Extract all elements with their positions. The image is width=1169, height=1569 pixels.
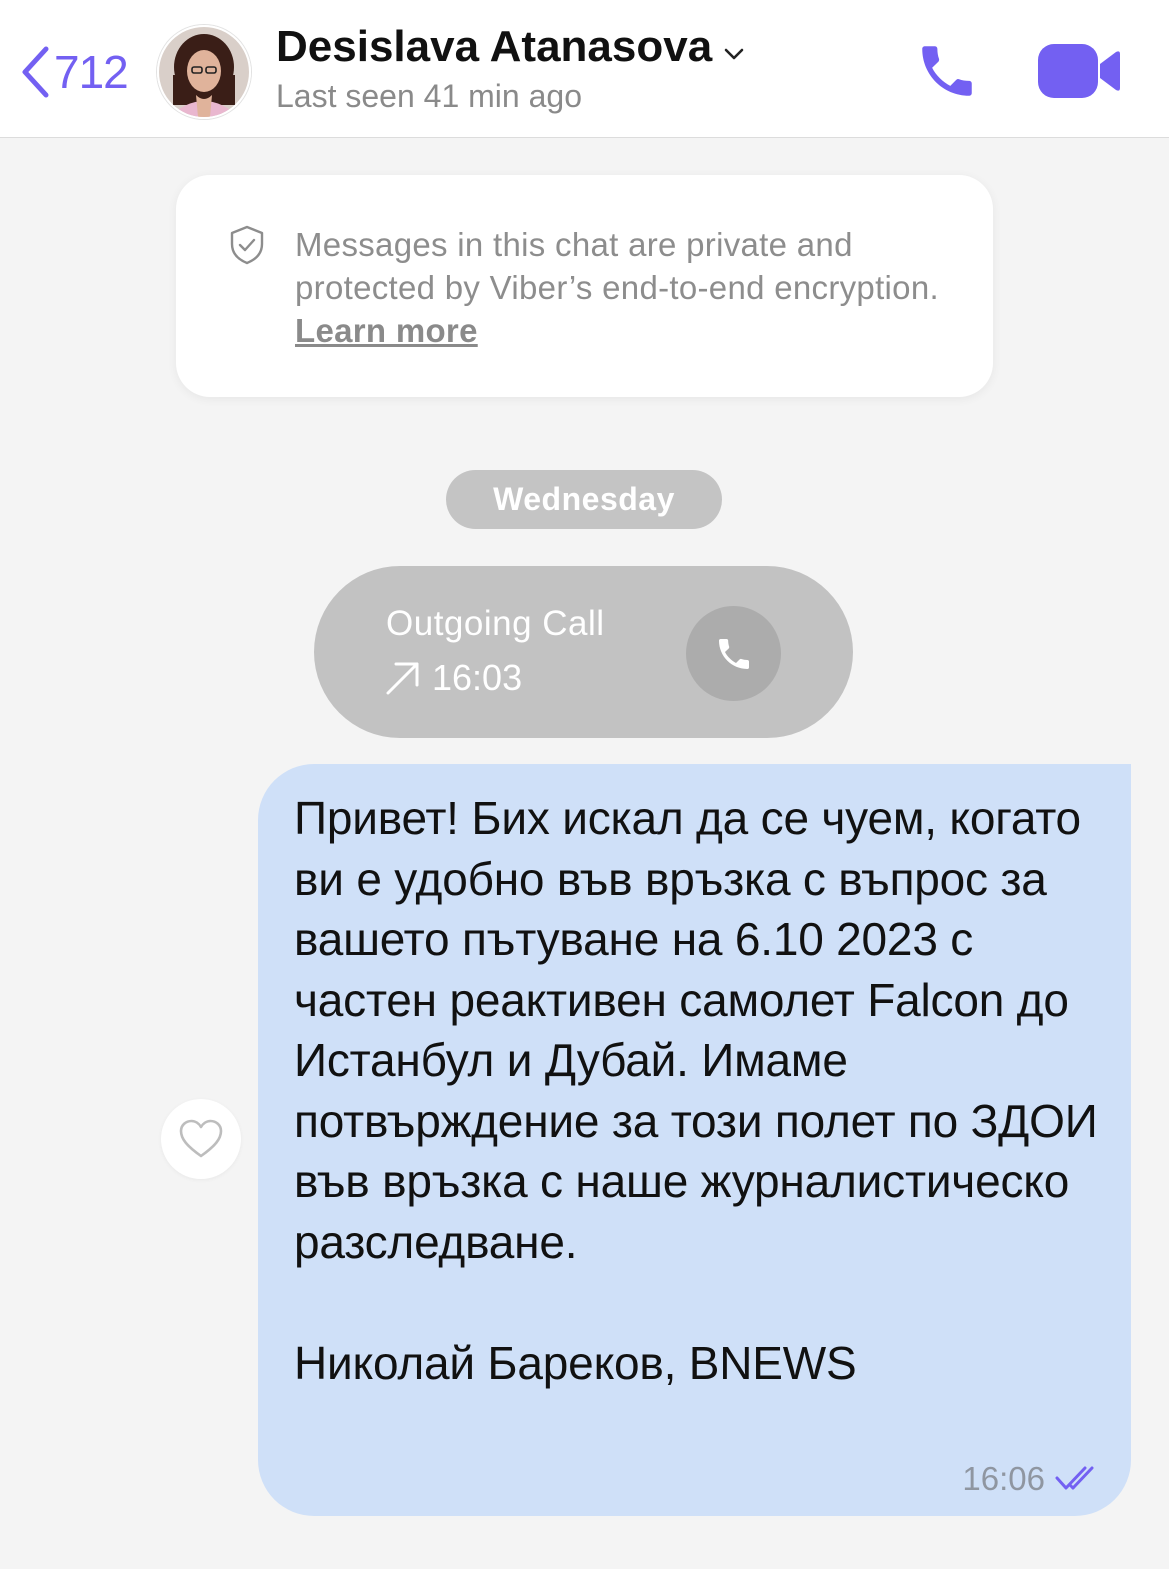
phone-icon — [718, 638, 749, 669]
learn-more-link[interactable]: Learn more — [295, 312, 478, 349]
chat-header: 712 Desislava Atanasova Last seen 41 min… — [0, 0, 1169, 138]
back-button[interactable]: 712 — [18, 42, 129, 102]
encryption-notice-text: Messages in this chat are private and pr… — [295, 223, 955, 352]
double-check-icon — [1055, 1466, 1094, 1490]
unread-count: 712 — [54, 46, 129, 98]
chat-title: Desislava Atanasova Last seen 41 min ago — [276, 22, 744, 115]
shield-check-icon — [228, 224, 266, 271]
call-title: Outgoing Call — [386, 604, 605, 643]
message-time: 16:06 — [962, 1460, 1045, 1497]
message-meta: 16:06 — [962, 1460, 1103, 1498]
last-seen-status: Last seen 41 min ago — [276, 78, 582, 114]
heart-icon — [179, 1119, 223, 1158]
video-camera-icon — [1038, 44, 1120, 98]
contact-name: Desislava Atanasova — [276, 22, 713, 71]
video-call-button[interactable] — [1036, 40, 1122, 102]
outgoing-call-bubble[interactable]: Outgoing Call 16:03 — [314, 566, 853, 738]
encryption-notice: Messages in this chat are private and pr… — [176, 175, 993, 397]
contact-name-button[interactable]: Desislava Atanasova — [276, 22, 744, 72]
notice-body: Messages in this chat are private and pr… — [295, 226, 939, 306]
call-time-row: 16:03 — [384, 657, 522, 699]
like-button[interactable] — [161, 1099, 241, 1179]
date-separator: Wednesday — [446, 470, 722, 529]
phone-icon — [922, 46, 972, 96]
avatar[interactable] — [157, 25, 251, 119]
message-text: Привет! Бих искал да се чуем, когато ви … — [294, 792, 1098, 1389]
chevron-down-icon — [724, 22, 744, 72]
call-time: 16:03 — [432, 657, 523, 698]
arrow-up-right-icon — [386, 662, 419, 695]
chevron-left-icon — [22, 46, 49, 98]
phone-call-button[interactable] — [914, 38, 980, 104]
outgoing-message-bubble[interactable]: Привет! Бих искал да се чуем, когато ви … — [258, 764, 1131, 1516]
call-back-button[interactable] — [686, 606, 781, 701]
